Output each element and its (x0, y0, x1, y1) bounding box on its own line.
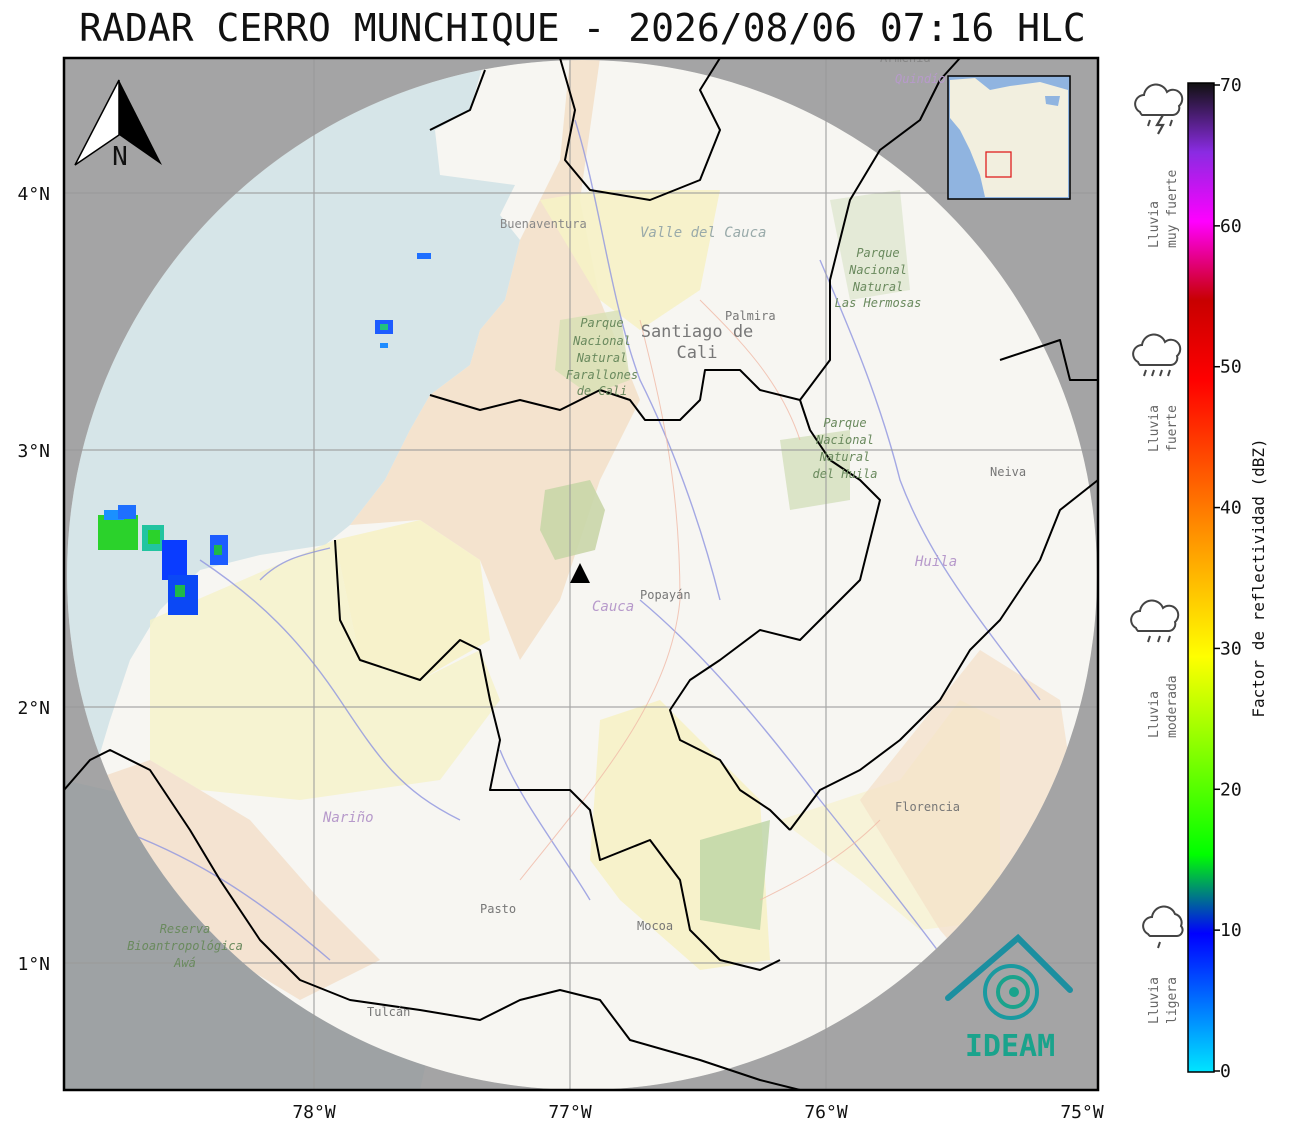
rain-legend: Lluvia muy fuerte Lluvia fuerte Lluvia m… (1130, 83, 1184, 1024)
inset-map (947, 75, 1071, 200)
svg-text:Parque: Parque (856, 246, 899, 260)
label-popayan: Popayán (640, 588, 691, 602)
label-cali-2: Cali (677, 343, 718, 363)
label-neiva: Neiva (990, 465, 1026, 479)
svg-text:Bioantropológica: Bioantropológica (127, 939, 243, 953)
lat-axis: 4°N 3°N 2°N 1°N (17, 184, 50, 975)
label-quindio: Quindío (895, 72, 946, 86)
label-pasto: Pasto (480, 902, 516, 916)
svg-text:Nacional: Nacional (848, 263, 907, 277)
lat-label: 1°N (17, 954, 50, 975)
svg-text:Lluvia: Lluvia (1147, 977, 1162, 1024)
north-label: N (112, 142, 128, 172)
colorbar-tick-label: 0 (1220, 1061, 1231, 1082)
lat-label: 2°N (17, 698, 50, 719)
svg-text:muy fuerte: muy fuerte (1165, 170, 1180, 248)
svg-text:Lluvia: Lluvia (1147, 405, 1162, 452)
colorbar-label: Factor de reflectividad (dBZ) (1249, 438, 1268, 717)
svg-text:moderada: moderada (1165, 675, 1180, 738)
svg-text:Parque: Parque (823, 416, 866, 430)
svg-text:Natural: Natural (819, 450, 871, 464)
colorbar-tick-label: 50 (1220, 357, 1242, 378)
lat-label: 4°N (17, 184, 50, 205)
svg-text:ligera: ligera (1165, 977, 1180, 1024)
lon-label: 77°W (548, 1102, 592, 1123)
label-florencia: Florencia (895, 800, 960, 814)
svg-text:de Cali: de Cali (577, 384, 628, 398)
rain-cloud-icon (1130, 599, 1180, 643)
svg-text:Awá: Awá (173, 956, 196, 970)
label-tulcan: Tulcán (367, 1005, 410, 1019)
colorbar-tick-label: 30 (1220, 638, 1242, 659)
svg-text:Natural: Natural (576, 351, 628, 365)
svg-text:del Huila: del Huila (812, 467, 877, 481)
label-cali-1: Santiago de (641, 322, 754, 342)
colorbar-tick-label: 70 (1220, 75, 1242, 96)
colorbar-tick-label: 10 (1220, 920, 1242, 941)
colorbar: 0 10 20 30 40 50 60 70 Factor de reflectividad … (1187, 75, 1268, 1082)
map-panel: Buenaventura Valle del Cauca Palmira San… (64, 58, 1098, 1090)
lon-axis: 78°W 77°W 76°W 75°W (292, 1102, 1104, 1123)
svg-text:Farallones: Farallones (566, 368, 638, 382)
label-huila: Huila (914, 554, 957, 570)
svg-text:Natural: Natural (852, 280, 904, 294)
svg-text:Reserva: Reserva (160, 922, 211, 936)
lat-label: 3°N (17, 441, 50, 462)
ideam-logo-text: IDEAM (965, 1029, 1055, 1064)
svg-text:Nacional: Nacional (572, 334, 631, 348)
svg-text:Lluvia: Lluvia (1147, 201, 1162, 248)
label-palmira: Palmira (725, 309, 776, 323)
label-buenaventura: Buenaventura (500, 217, 587, 231)
light-rain-cloud-icon (1142, 905, 1184, 949)
svg-text:Las Hermosas: Las Hermosas (835, 296, 922, 310)
lon-label: 78°W (292, 1102, 336, 1123)
label-valle: Valle del Cauca (640, 225, 766, 241)
colorbar-tick-label: 20 (1220, 779, 1242, 800)
svg-text:Parque: Parque (580, 316, 623, 330)
label-mocoa: Mocoa (637, 919, 673, 933)
label-cauca: Cauca (592, 599, 634, 615)
lon-label: 75°W (1060, 1102, 1104, 1123)
colorbar-scale (1187, 82, 1215, 1073)
radar-figure: Buenaventura Valle del Cauca Palmira San… (17, 56, 1268, 1123)
lon-label: 76°W (804, 1102, 848, 1123)
heavy-rain-cloud-icon (1132, 333, 1182, 377)
svg-text:Nacional: Nacional (815, 433, 874, 447)
storm-cloud-icon (1134, 83, 1184, 135)
colorbar-tick-label: 40 (1220, 498, 1242, 519)
label-narino: Nariño (322, 810, 374, 826)
svg-text:Lluvia: Lluvia (1147, 691, 1162, 738)
svg-text:fuerte: fuerte (1165, 405, 1180, 452)
colorbar-tick-label: 60 (1220, 216, 1242, 237)
